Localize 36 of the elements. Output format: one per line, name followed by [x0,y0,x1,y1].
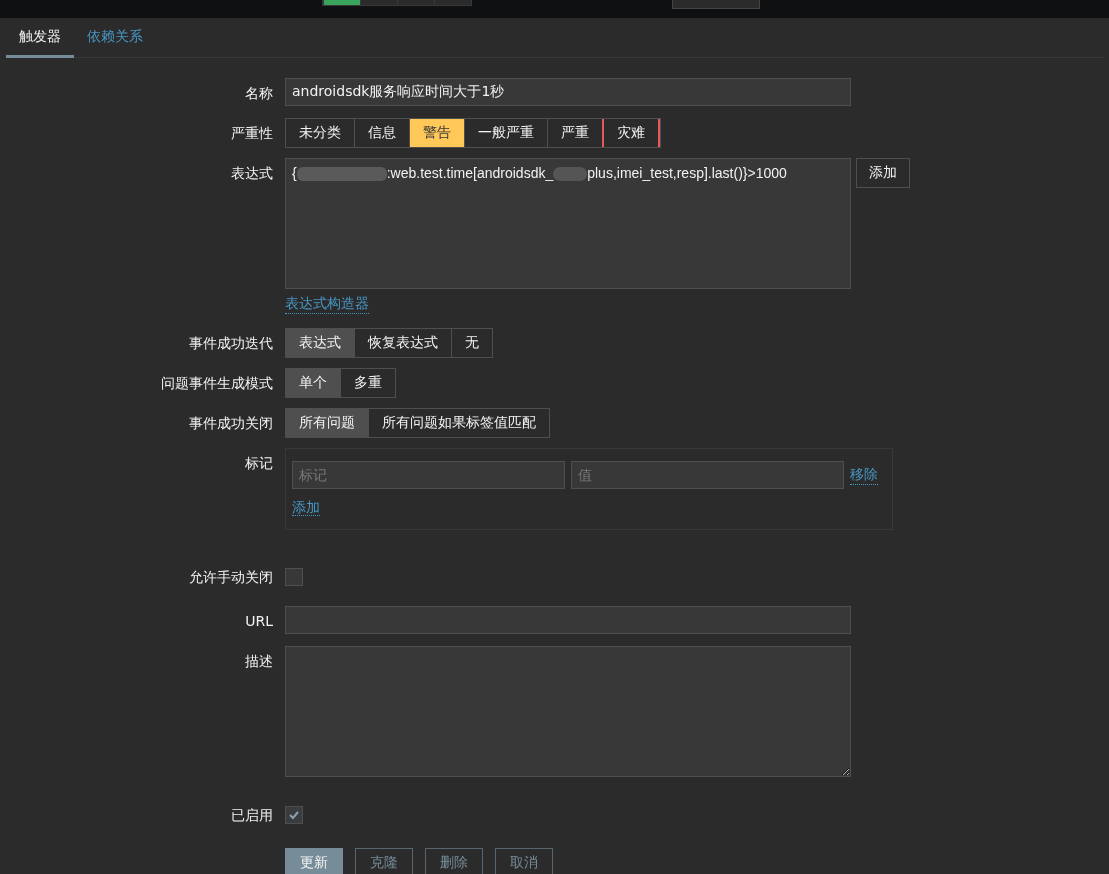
form-button[interactable]: 取消 [495,848,553,874]
field-label: URL [244,612,274,631]
radio-option[interactable]: 表达式 [286,329,354,357]
url-field[interactable] [285,606,851,634]
checkbox[interactable] [285,806,303,824]
filter-toggle[interactable] [322,0,472,6]
field-label: 名称 [244,84,274,103]
field-label: 已启用 [230,806,274,825]
field-label: 表达式 [230,164,274,183]
remove-link[interactable]: 移除 [850,465,878,485]
field-label: 事件成功关闭 [188,414,274,433]
value-field[interactable]: 值 [571,461,844,489]
severity-option[interactable]: 警告 [409,119,464,147]
check-icon [288,809,300,821]
expression-constructor-link[interactable]: 表达式构造器 [285,295,369,314]
add-link[interactable]: 添加 [292,499,320,516]
form-button[interactable]: 删除 [425,848,483,874]
radio-option[interactable]: 单个 [286,369,340,397]
checkbox[interactable] [285,568,303,586]
field-label: 标记 [244,454,274,473]
tab[interactable]: 触发器 [6,18,74,58]
field-label: 严重性 [230,124,274,143]
field-label: 事件成功迭代 [188,334,274,353]
field-label: 允许手动关闭 [188,568,274,587]
radio-option[interactable]: 所有问题 [286,409,368,437]
name-field[interactable]: androidsdk服务响应时间大于1秒 [285,78,851,106]
field-label: 问题事件生成模式 [160,374,274,393]
tag-field[interactable]: 标记 [292,461,565,489]
top-select[interactable] [672,0,760,9]
form-button[interactable]: 克隆 [355,848,413,874]
add-button[interactable]: 添加 [856,158,910,188]
expression-field[interactable]: { :web.test.time[androidsdk_ plus,imei_test,resp].last()}>1000 [285,158,851,289]
tab[interactable]: 依赖关系 [74,18,156,58]
description-field[interactable] [285,646,851,777]
severity-option[interactable]: 灾难 [602,119,660,147]
field-label: 描述 [244,652,274,671]
